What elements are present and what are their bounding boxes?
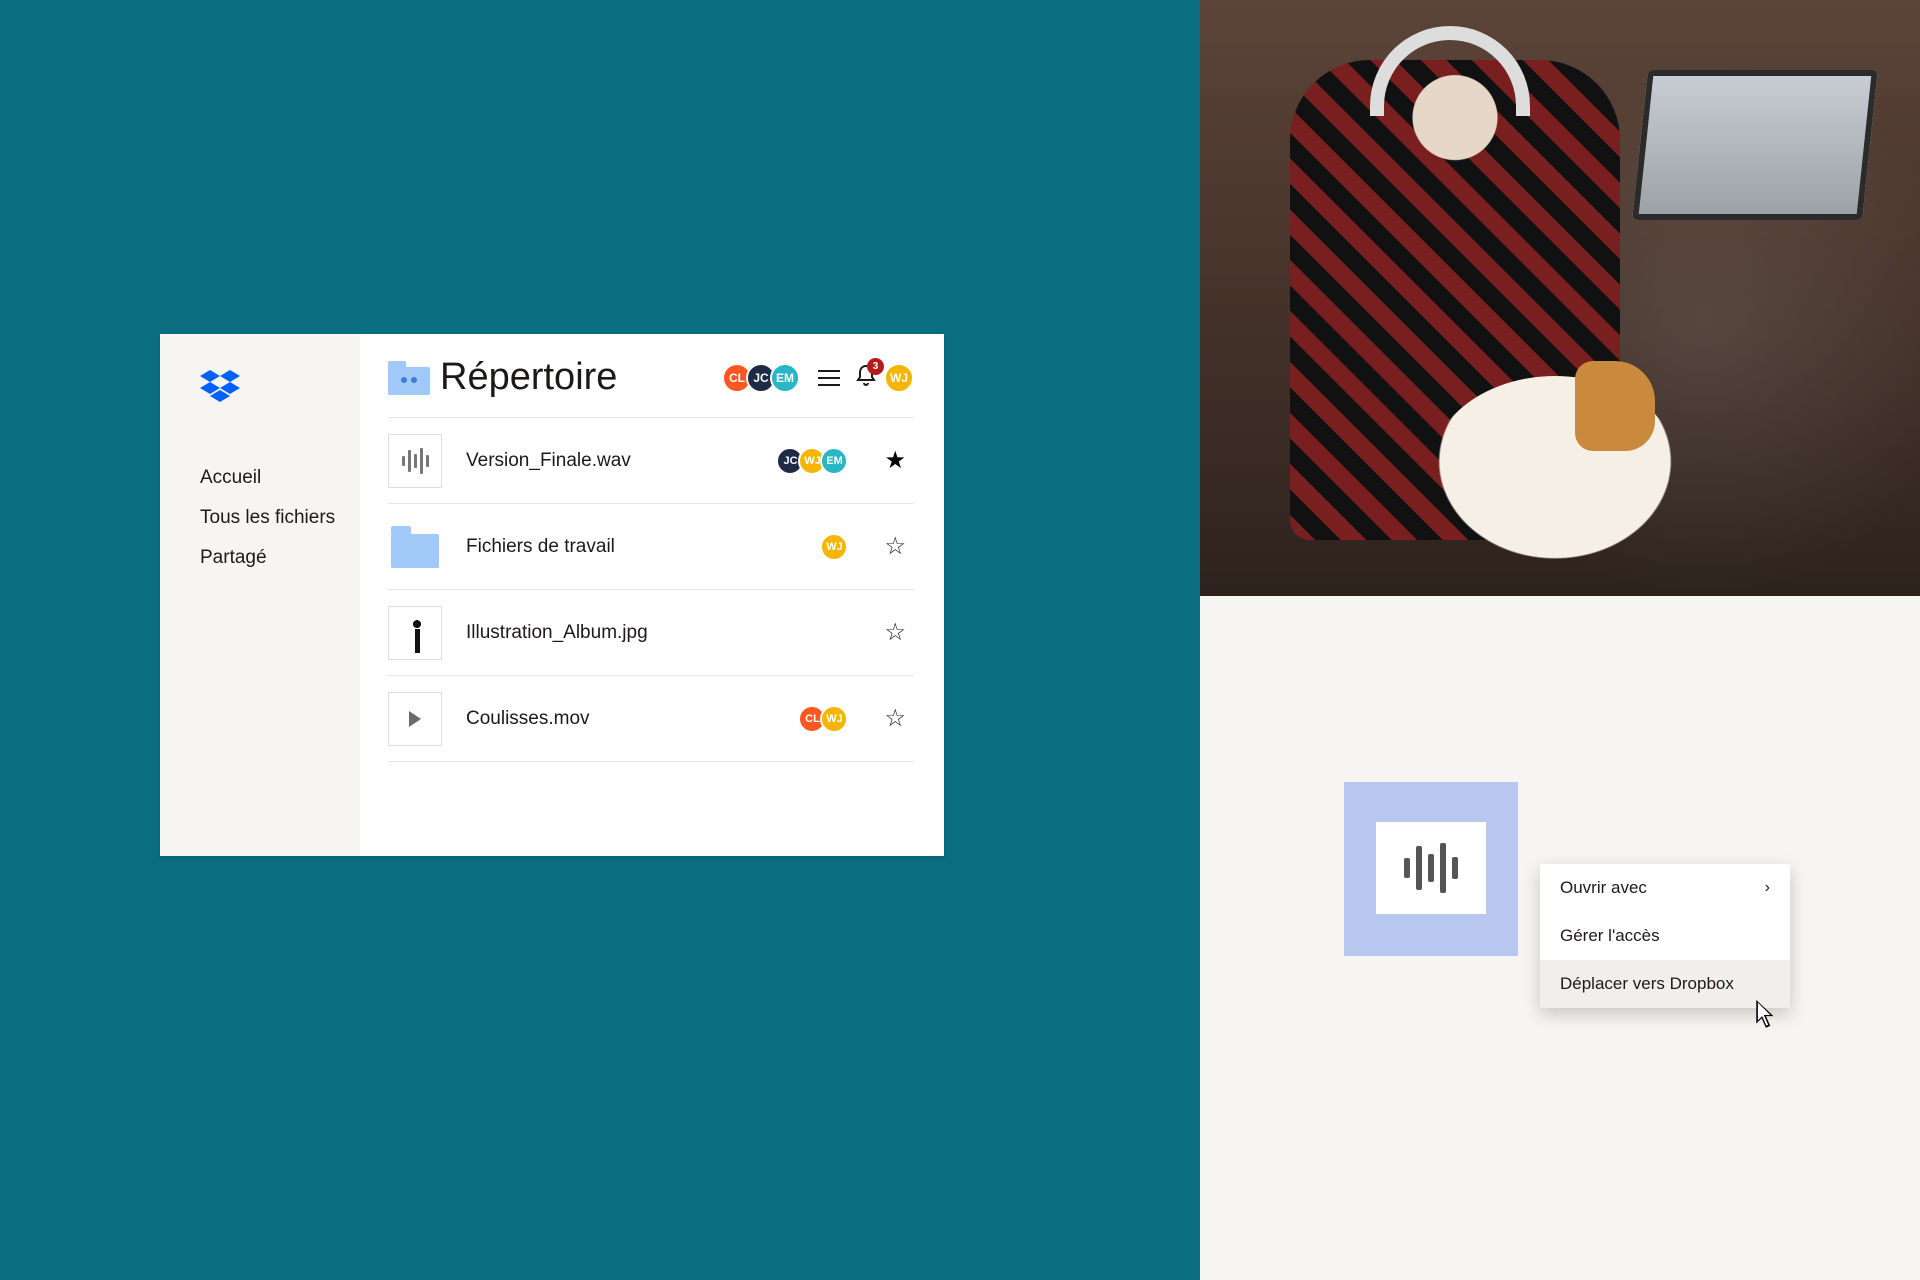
stage: Accueil Tous les fichiers Partagé Répert… xyxy=(0,0,1920,1280)
file-name: Version_Finale.wav xyxy=(466,450,776,472)
current-user-avatar[interactable]: WJ xyxy=(884,363,914,393)
star-icon[interactable]: ☆ xyxy=(884,532,906,561)
file-name: Illustration_Album.jpg xyxy=(466,622,848,644)
dropbox-logo-icon xyxy=(200,370,360,411)
audio-file-icon xyxy=(1376,822,1486,914)
header-collaborator-avatars[interactable]: CL JC EM xyxy=(722,363,800,393)
hero-photo xyxy=(1200,0,1920,596)
sidebar-item-home[interactable]: Accueil xyxy=(200,467,360,489)
app-window: Accueil Tous les fichiers Partagé Répert… xyxy=(160,334,944,856)
context-menu-item-open-with[interactable]: Ouvrir avec › xyxy=(1540,864,1790,912)
context-menu-item-manage-access[interactable]: Gérer l'accès xyxy=(1540,912,1790,960)
audio-file-icon xyxy=(388,434,442,488)
file-row[interactable]: Version_Finale.wav JC WJ EM ★ xyxy=(388,418,914,504)
notifications-button[interactable]: 3 xyxy=(856,364,876,392)
page-title: Répertoire xyxy=(440,356,722,399)
star-icon[interactable]: ☆ xyxy=(884,704,906,733)
notification-count-badge: 3 xyxy=(867,358,884,375)
sidebar-item-allfiles[interactable]: Tous les fichiers xyxy=(200,507,360,529)
chevron-right-icon: › xyxy=(1765,879,1770,897)
avatar: WJ xyxy=(820,705,848,733)
file-collaborators[interactable]: CL WJ xyxy=(798,705,848,733)
context-menu-label: Gérer l'accès xyxy=(1560,926,1660,946)
file-name: Coulisses.mov xyxy=(466,708,798,730)
list-view-icon[interactable] xyxy=(818,370,840,386)
right-column: Ouvrir avec › Gérer l'accès Déplacer ver… xyxy=(1200,0,1920,1280)
context-menu-item-move-to-dropbox[interactable]: Déplacer vers Dropbox xyxy=(1540,960,1790,1008)
context-menu-label: Ouvrir avec xyxy=(1560,878,1647,898)
star-icon[interactable]: ★ xyxy=(884,446,906,475)
file-collaborators[interactable]: JC WJ EM xyxy=(776,447,848,475)
context-menu: Ouvrir avec › Gérer l'accès Déplacer ver… xyxy=(1540,864,1790,1008)
sidebar-item-shared[interactable]: Partagé xyxy=(200,547,360,569)
context-demo-pane: Ouvrir avec › Gérer l'accès Déplacer ver… xyxy=(1200,596,1920,1280)
content-pane: Répertoire CL JC EM 3 xyxy=(360,334,944,856)
avatar: EM xyxy=(820,447,848,475)
star-icon[interactable]: ☆ xyxy=(884,618,906,647)
avatar: WJ xyxy=(820,533,848,561)
header-row: Répertoire CL JC EM 3 xyxy=(388,356,914,418)
file-name: Fichiers de travail xyxy=(466,536,820,558)
folder-icon xyxy=(388,520,442,574)
audio-file-tile[interactable] xyxy=(1344,782,1518,956)
cursor-icon xyxy=(1756,1000,1778,1030)
video-file-icon xyxy=(388,692,442,746)
file-row[interactable]: Fichiers de travail WJ ☆ xyxy=(388,504,914,590)
avatar: EM xyxy=(770,363,800,393)
file-collaborators[interactable]: WJ xyxy=(820,533,848,561)
shared-folder-icon xyxy=(388,361,430,395)
image-thumbnail xyxy=(388,606,442,660)
context-menu-label: Déplacer vers Dropbox xyxy=(1560,974,1734,994)
sidebar: Accueil Tous les fichiers Partagé xyxy=(160,334,360,856)
play-icon xyxy=(409,711,421,727)
file-row[interactable]: Illustration_Album.jpg ☆ xyxy=(388,590,914,676)
file-row[interactable]: Coulisses.mov CL WJ ☆ xyxy=(388,676,914,762)
